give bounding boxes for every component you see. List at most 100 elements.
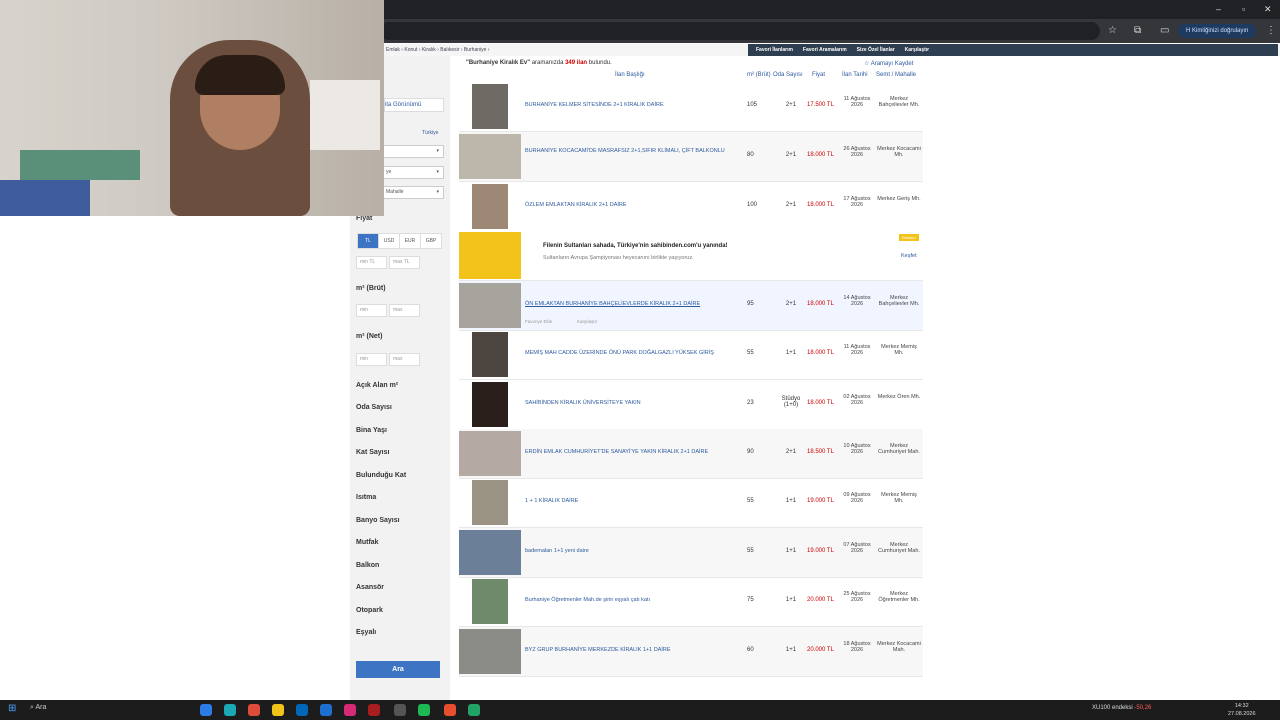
listing-thumbnail[interactable] <box>472 480 508 525</box>
listing-title[interactable]: Burhaniye Öğretmenler Mah.de şirin eşyal… <box>525 597 735 603</box>
m2-net-min-input[interactable]: min <box>356 353 387 366</box>
m2-brut-max-input[interactable]: max <box>389 304 420 317</box>
currency-eur[interactable]: EUR <box>399 233 421 249</box>
breadcrumb-item[interactable]: Balıkesir <box>440 47 459 53</box>
currency-usd[interactable]: USD <box>378 233 400 249</box>
listing-thumbnail[interactable] <box>459 134 521 179</box>
favorite-add-link[interactable]: Favoriye Ekle <box>525 319 552 324</box>
district-select[interactable]: ye ▾ <box>382 166 444 179</box>
breadcrumb-item[interactable]: Konut <box>404 47 417 53</box>
table-row[interactable]: SAHİBİNDEN KİRALIK ÜNİVERSİTEYE YAKIN 23… <box>459 380 923 430</box>
currency-gbp[interactable]: GBP <box>420 233 442 249</box>
filter-bathrooms[interactable]: Banyo Sayısı <box>356 517 400 524</box>
m2-brut-min-input[interactable]: min <box>356 304 387 317</box>
table-row[interactable]: ÖZLEM EMLAKTAN KİRALIK 2+1 DAİRE 100 2+1… <box>459 182 923 232</box>
breadcrumb-item[interactable]: Kiralık <box>422 47 436 53</box>
header-location[interactable]: Semt / Mahalle <box>876 72 916 78</box>
listing-title[interactable]: BYZ GRUP BURHANİYE MERKEZDE KİRALIK 1+1 … <box>525 647 735 653</box>
listing-thumbnail[interactable] <box>459 530 521 575</box>
outlook-icon[interactable] <box>320 704 332 716</box>
listing-thumbnail[interactable] <box>459 283 521 328</box>
taskbar-search[interactable]: ⌕ Ara <box>30 704 46 712</box>
ad-cta-link[interactable]: Keşfet <box>901 253 917 259</box>
taskbar-clock[interactable]: 14:32 27.08.2026 <box>1228 702 1256 718</box>
minimize-icon[interactable]: – <box>1216 4 1221 14</box>
address-bar[interactable] <box>380 22 1100 40</box>
map-view-button[interactable]: ita Görünümü <box>384 98 444 112</box>
star-icon[interactable]: ☆ <box>1108 25 1117 36</box>
price-min-input[interactable]: min TL <box>356 256 387 269</box>
breadcrumb-item[interactable]: Emlak <box>386 47 400 53</box>
stock-ticker[interactable]: XU100 endeksi -50,26 <box>1092 705 1151 711</box>
listing-title[interactable]: SAHİBİNDEN KİRALIK ÜNİVERSİTEYE YAKIN <box>525 400 735 406</box>
fav-link[interactable]: Size Özel İlanlar <box>857 47 895 53</box>
listing-title[interactable]: bademaları 1+1 yeni daire <box>525 548 735 554</box>
table-row[interactable]: ÖN EMLAKTAN BURHANİYE BAHÇELİEVLERDE KİR… <box>459 281 923 331</box>
filter-rooms[interactable]: Oda Sayısı <box>356 404 392 411</box>
listing-thumbnail[interactable] <box>472 382 508 427</box>
sidebar-icon[interactable]: ▭ <box>1160 25 1169 36</box>
listing-title[interactable]: 1 + 1 KİRALIK DAİRE <box>525 498 735 504</box>
filter-balcony[interactable]: Balkon <box>356 562 379 569</box>
browser-icon[interactable] <box>224 704 236 716</box>
compare-link[interactable]: Karşılaştır <box>577 319 597 324</box>
filter-heating[interactable]: Isıtma <box>356 494 376 501</box>
table-row[interactable]: BURHANİYE KOCACAMİ'DE MASRAFSIZ 2+1,SIFI… <box>459 132 923 182</box>
listing-title[interactable]: ÖZLEM EMLAKTAN KİRALIK 2+1 DAİRE <box>525 202 735 208</box>
header-date[interactable]: İlan Tarihi <box>842 72 868 78</box>
ad-banner[interactable]: Filenin Sultanları sahada, Türkiye'nin s… <box>459 231 923 281</box>
table-row[interactable]: ERDİN EMLAK CUMHURİYET'DE SANAYİ'YE YAKI… <box>459 429 923 479</box>
listing-thumbnail[interactable] <box>459 431 521 476</box>
excel-icon[interactable] <box>468 704 480 716</box>
filter-open-area[interactable]: Açık Alan m² <box>356 382 398 389</box>
filter-kitchen[interactable]: Mutfak <box>356 539 379 546</box>
fav-link[interactable]: Karşılaştır <box>905 47 929 53</box>
price-max-input[interactable]: max TL <box>389 256 420 269</box>
header-title[interactable]: İlan Başlığı <box>615 72 645 78</box>
verify-identity-button[interactable]: H Kimliğinizi doğrulayın <box>1178 24 1257 38</box>
spotify-icon[interactable] <box>418 704 430 716</box>
extensions-icon[interactable]: ⧉ <box>1134 25 1141 36</box>
filter-elevator[interactable]: Asansör <box>356 584 384 591</box>
folder-icon[interactable] <box>272 704 284 716</box>
filter-building-age[interactable]: Bina Yaşı <box>356 427 387 434</box>
filter-parking[interactable]: Otopark <box>356 607 383 614</box>
listing-thumbnail[interactable] <box>472 184 508 229</box>
fav-link[interactable]: Favori Aramalarım <box>803 47 847 53</box>
save-search-link[interactable]: ☆ Aramayı Kaydet <box>864 60 913 67</box>
table-row[interactable]: BYZ GRUP BURHANİYE MERKEZDE KİRALIK 1+1 … <box>459 627 923 677</box>
header-rooms[interactable]: Oda Sayısı <box>773 72 803 78</box>
listing-thumbnail[interactable] <box>459 629 521 674</box>
listing-title[interactable]: ÖN EMLAKTAN BURHANİYE BAHÇELİEVLERDE KİR… <box>525 301 735 307</box>
ad-image[interactable] <box>459 232 521 279</box>
menu-icon[interactable]: ⋮ <box>1266 25 1276 36</box>
table-row[interactable]: 1 + 1 KİRALIK DAİRE 55 1+1 19.000 TL 09 … <box>459 478 923 528</box>
chrome-icon[interactable] <box>248 704 260 716</box>
header-price[interactable]: Fiyat <box>812 72 825 78</box>
opera-icon[interactable] <box>368 704 380 716</box>
listing-thumbnail[interactable] <box>472 332 508 377</box>
search-button[interactable]: Ara <box>356 661 440 678</box>
table-row[interactable]: Burhaniye Öğretmenler Mah.de şirin eşyal… <box>459 577 923 627</box>
listing-title[interactable]: BURHANİYE KELMER SİTESİNDE 2+1 KİRALIK D… <box>525 102 735 108</box>
header-m2[interactable]: m² (Brüt) <box>747 72 771 78</box>
filter-floor-count[interactable]: Kat Sayısı <box>356 449 389 456</box>
listing-thumbnail[interactable] <box>472 84 508 129</box>
neighborhood-select[interactable]: Mahalle ▾ <box>382 186 444 199</box>
filter-furnished[interactable]: Eşyalı <box>356 629 376 636</box>
close-icon[interactable]: ✕ <box>1264 4 1272 15</box>
listing-thumbnail[interactable] <box>472 579 508 624</box>
m2-net-max-input[interactable]: max <box>389 353 420 366</box>
edge-icon[interactable] <box>200 704 212 716</box>
chrome-active-icon[interactable] <box>444 704 456 716</box>
fav-link[interactable]: Favori İlanlarım <box>756 47 793 53</box>
windows-start-icon[interactable]: ⊞ <box>8 703 16 714</box>
breadcrumb-item[interactable]: Burhaniye <box>464 47 487 53</box>
obs-icon[interactable] <box>394 704 406 716</box>
country-link[interactable]: Türkiye <box>422 130 438 136</box>
currency-tl[interactable]: TL <box>357 233 379 249</box>
table-row[interactable]: MEMİŞ MAH CADDE ÜZERİNDE ÖNÜ PARK DOĞALG… <box>459 330 923 380</box>
listing-title[interactable]: MEMİŞ MAH CADDE ÜZERİNDE ÖNÜ PARK DOĞALG… <box>525 350 735 356</box>
city-select[interactable]: ▾ <box>382 145 444 158</box>
table-row[interactable]: bademaları 1+1 yeni daire 55 1+1 19.000 … <box>459 528 923 578</box>
